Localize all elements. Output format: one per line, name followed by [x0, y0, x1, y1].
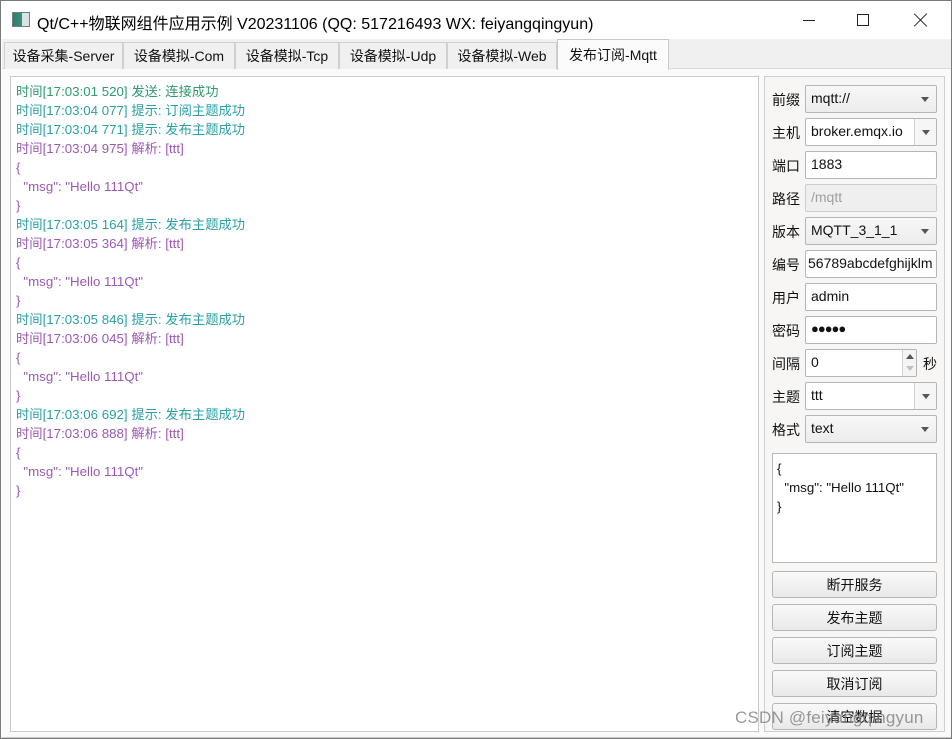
log-line: 时间[17:03:06 045] 解析: [ttt]	[16, 331, 184, 346]
log-line: {	[16, 160, 21, 175]
client-id-label: 编号	[772, 257, 800, 273]
log-line: 时间[17:03:01 520] 发送: 连接成功	[16, 84, 219, 99]
format-value: text	[811, 420, 834, 436]
user-row: 用户 admin	[772, 283, 942, 311]
tab-server[interactable]: 设备采集-Server	[4, 42, 123, 69]
port-label: 端口	[772, 158, 800, 174]
log-line: }	[16, 483, 21, 498]
password-input[interactable]: ●●●●●	[805, 316, 937, 344]
chevron-down-icon[interactable]	[914, 119, 936, 145]
host-label: 主机	[772, 125, 800, 141]
chevron-down-icon[interactable]	[914, 383, 936, 409]
client-id-input[interactable]: 56789abcdefghijklm	[805, 250, 937, 278]
interval-row: 间隔 0 秒	[772, 349, 942, 377]
subscribe-button[interactable]: 订阅主题	[772, 637, 937, 664]
tab-content: 时间[17:03:01 520] 发送: 连接成功时间[17:03:04 077…	[2, 69, 951, 738]
log-line: 时间[17:03:04 771] 提示: 发布主题成功	[16, 122, 246, 137]
app-window: Qt/C++物联网组件应用示例 V20231106 (QQ: 517216493…	[0, 0, 952, 739]
tab-bar: 设备采集-Server 设备模拟-Com 设备模拟-Tcp 设备模拟-Udp 设…	[2, 39, 951, 70]
log-line: "msg": "Hello 111Qt"	[16, 179, 144, 194]
version-row: 版本 MQTT_3_1_1	[772, 217, 942, 245]
maximize-icon	[857, 14, 869, 26]
prefix-value: mqtt://	[811, 90, 850, 106]
version-value: MQTT_3_1_1	[811, 222, 898, 238]
host-combo[interactable]: broker.emqx.io	[805, 118, 937, 146]
prefix-label: 前缀	[772, 92, 800, 108]
version-label: 版本	[772, 224, 800, 240]
settings-panel: 前缀 mqtt:// 主机 broker.emqx.io 端口 1883 路径	[764, 76, 945, 732]
host-row: 主机 broker.emqx.io	[772, 118, 942, 146]
topic-row: 主题 ttt	[772, 382, 942, 410]
minimize-icon	[803, 19, 815, 21]
payload-textarea[interactable]: { "msg": "Hello 111Qt" }	[772, 453, 937, 563]
spin-down-icon[interactable]	[906, 366, 914, 371]
path-input: /mqtt	[805, 184, 937, 212]
log-line: }	[16, 293, 21, 308]
close-button[interactable]	[893, 1, 949, 39]
log-line: 时间[17:03:05 846] 提示: 发布主题成功	[16, 312, 246, 327]
client-id-row: 编号 56789abcdefghijklm	[772, 250, 942, 278]
tab-udp[interactable]: 设备模拟-Udp	[339, 42, 447, 69]
chevron-down-icon	[914, 416, 936, 442]
log-line: 时间[17:03:06 692] 提示: 发布主题成功	[16, 407, 246, 422]
log-line: {	[16, 255, 21, 270]
watermark: CSDN @feiyangqingyun	[735, 708, 924, 727]
log-line: 时间[17:03:04 975] 解析: [ttt]	[16, 141, 184, 156]
log-line: }	[16, 388, 21, 403]
tab-web[interactable]: 设备模拟-Web	[447, 42, 557, 69]
log-line: "msg": "Hello 111Qt"	[16, 464, 144, 479]
log-line: 时间[17:03:04 077] 提示: 订阅主题成功	[16, 103, 246, 118]
prefix-row: 前缀 mqtt://	[772, 85, 942, 113]
interval-unit: 秒	[923, 356, 937, 372]
chevron-down-icon	[914, 86, 936, 112]
topic-label: 主题	[772, 389, 800, 405]
format-label: 格式	[772, 422, 800, 438]
publish-button[interactable]: 发布主题	[772, 604, 937, 631]
close-icon	[914, 13, 928, 27]
log-line: {	[16, 445, 21, 460]
format-select[interactable]: text	[805, 415, 937, 443]
app-icon	[12, 12, 30, 27]
username-input[interactable]: admin	[805, 283, 937, 311]
tab-tcp[interactable]: 设备模拟-Tcp	[235, 42, 339, 69]
password-label: 密码	[772, 323, 800, 339]
minimize-button[interactable]	[781, 1, 837, 39]
log-line: }	[16, 198, 21, 213]
log-line: "msg": "Hello 111Qt"	[16, 274, 144, 289]
window-title: Qt/C++物联网组件应用示例 V20231106 (QQ: 517216493…	[37, 16, 594, 33]
tab-com[interactable]: 设备模拟-Com	[123, 42, 235, 69]
interval-label: 间隔	[772, 356, 800, 372]
interval-value: 0	[811, 354, 819, 370]
user-label: 用户	[772, 290, 800, 306]
host-value: broker.emqx.io	[811, 123, 903, 139]
message-log[interactable]: 时间[17:03:01 520] 发送: 连接成功时间[17:03:04 077…	[10, 76, 759, 732]
path-row: 路径 /mqtt	[772, 184, 942, 212]
topic-value: ttt	[811, 387, 823, 403]
chevron-down-icon	[914, 218, 936, 244]
log-line: 时间[17:03:05 364] 解析: [ttt]	[16, 236, 184, 251]
log-line: 时间[17:03:05 164] 提示: 发布主题成功	[16, 217, 246, 232]
title-bar: Qt/C++物联网组件应用示例 V20231106 (QQ: 517216493…	[1, 1, 951, 39]
disconnect-button[interactable]: 断开服务	[772, 571, 937, 598]
unsubscribe-button[interactable]: 取消订阅	[772, 670, 937, 697]
spin-up-icon[interactable]	[906, 354, 914, 359]
password-row: 密码 ●●●●●	[772, 316, 942, 344]
maximize-button[interactable]	[835, 1, 891, 39]
format-row: 格式 text	[772, 415, 942, 443]
spin-buttons[interactable]	[902, 350, 916, 376]
version-select[interactable]: MQTT_3_1_1	[805, 217, 937, 245]
interval-spinbox[interactable]: 0	[805, 349, 917, 377]
port-input[interactable]: 1883	[805, 151, 937, 179]
port-row: 端口 1883	[772, 151, 942, 179]
log-line: {	[16, 350, 21, 365]
topic-combo[interactable]: ttt	[805, 382, 937, 410]
prefix-select[interactable]: mqtt://	[805, 85, 937, 113]
log-line: "msg": "Hello 111Qt"	[16, 369, 144, 384]
log-line: 时间[17:03:06 888] 解析: [ttt]	[16, 426, 184, 441]
tab-mqtt[interactable]: 发布订阅-Mqtt	[557, 39, 669, 70]
path-label: 路径	[772, 191, 800, 207]
